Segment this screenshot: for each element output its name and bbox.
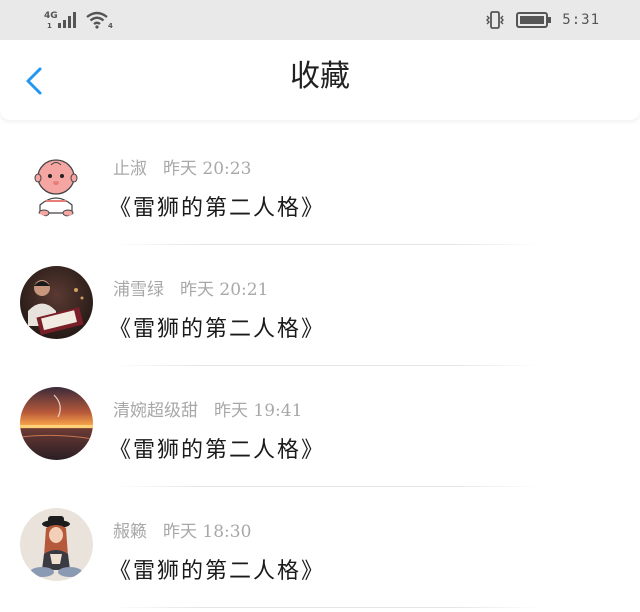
nav-bar: 收藏: [0, 40, 640, 120]
author-name[interactable]: 浦雪绿: [113, 280, 164, 300]
photo-avatar-image: [20, 266, 93, 339]
item-meta: 浦雪绿 昨天 20:21: [113, 275, 268, 300]
sunset-avatar-image: [20, 387, 93, 460]
item-time: 昨天 18:30: [163, 522, 252, 542]
page-title: 收藏: [290, 59, 350, 94]
baby-avatar[interactable]: [20, 145, 93, 218]
girl-avatar[interactable]: [20, 508, 93, 581]
baby-avatar-image: [20, 145, 93, 218]
item-content[interactable]: 《雷狮的第二人格》: [109, 311, 325, 343]
item-content[interactable]: 《雷狮的第二人格》: [109, 432, 325, 464]
item-time: 昨天 20:23: [163, 159, 252, 179]
favorites-list: 止淑 昨天 20:23 《雷狮的第二人格》 浦雪绿 昨天 20:21 《雷狮的第…: [0, 124, 640, 608]
author-name[interactable]: 止淑: [113, 159, 147, 179]
list-item[interactable]: 清婉超级甜 昨天 19:41 《雷狮的第二人格》: [0, 366, 640, 487]
item-content[interactable]: 《雷狮的第二人格》: [109, 190, 325, 222]
item-meta: 清婉超级甜 昨天 19:41: [113, 396, 302, 421]
item-meta: 赧籁 昨天 18:30: [113, 517, 251, 542]
item-meta: 止淑 昨天 20:23: [113, 154, 251, 179]
network-type: 4G: [44, 11, 58, 21]
item-time: 昨天 20:21: [180, 280, 269, 300]
author-name[interactable]: 清婉超级甜: [113, 401, 198, 421]
item-content[interactable]: 《雷狮的第二人格》: [109, 553, 325, 585]
sunset-avatar[interactable]: [20, 387, 93, 460]
photo-avatar[interactable]: [20, 266, 93, 339]
list-item[interactable]: 赧籁 昨天 18:30 《雷狮的第二人格》: [0, 487, 640, 608]
item-time: 昨天 19:41: [214, 401, 303, 421]
list-item[interactable]: 浦雪绿 昨天 20:21 《雷狮的第二人格》: [0, 245, 640, 366]
list-item[interactable]: 止淑 昨天 20:23 《雷狮的第二人格》: [0, 124, 640, 245]
divider: [112, 607, 542, 608]
author-name[interactable]: 赧籁: [113, 522, 147, 542]
girl-avatar-image: [20, 508, 93, 581]
